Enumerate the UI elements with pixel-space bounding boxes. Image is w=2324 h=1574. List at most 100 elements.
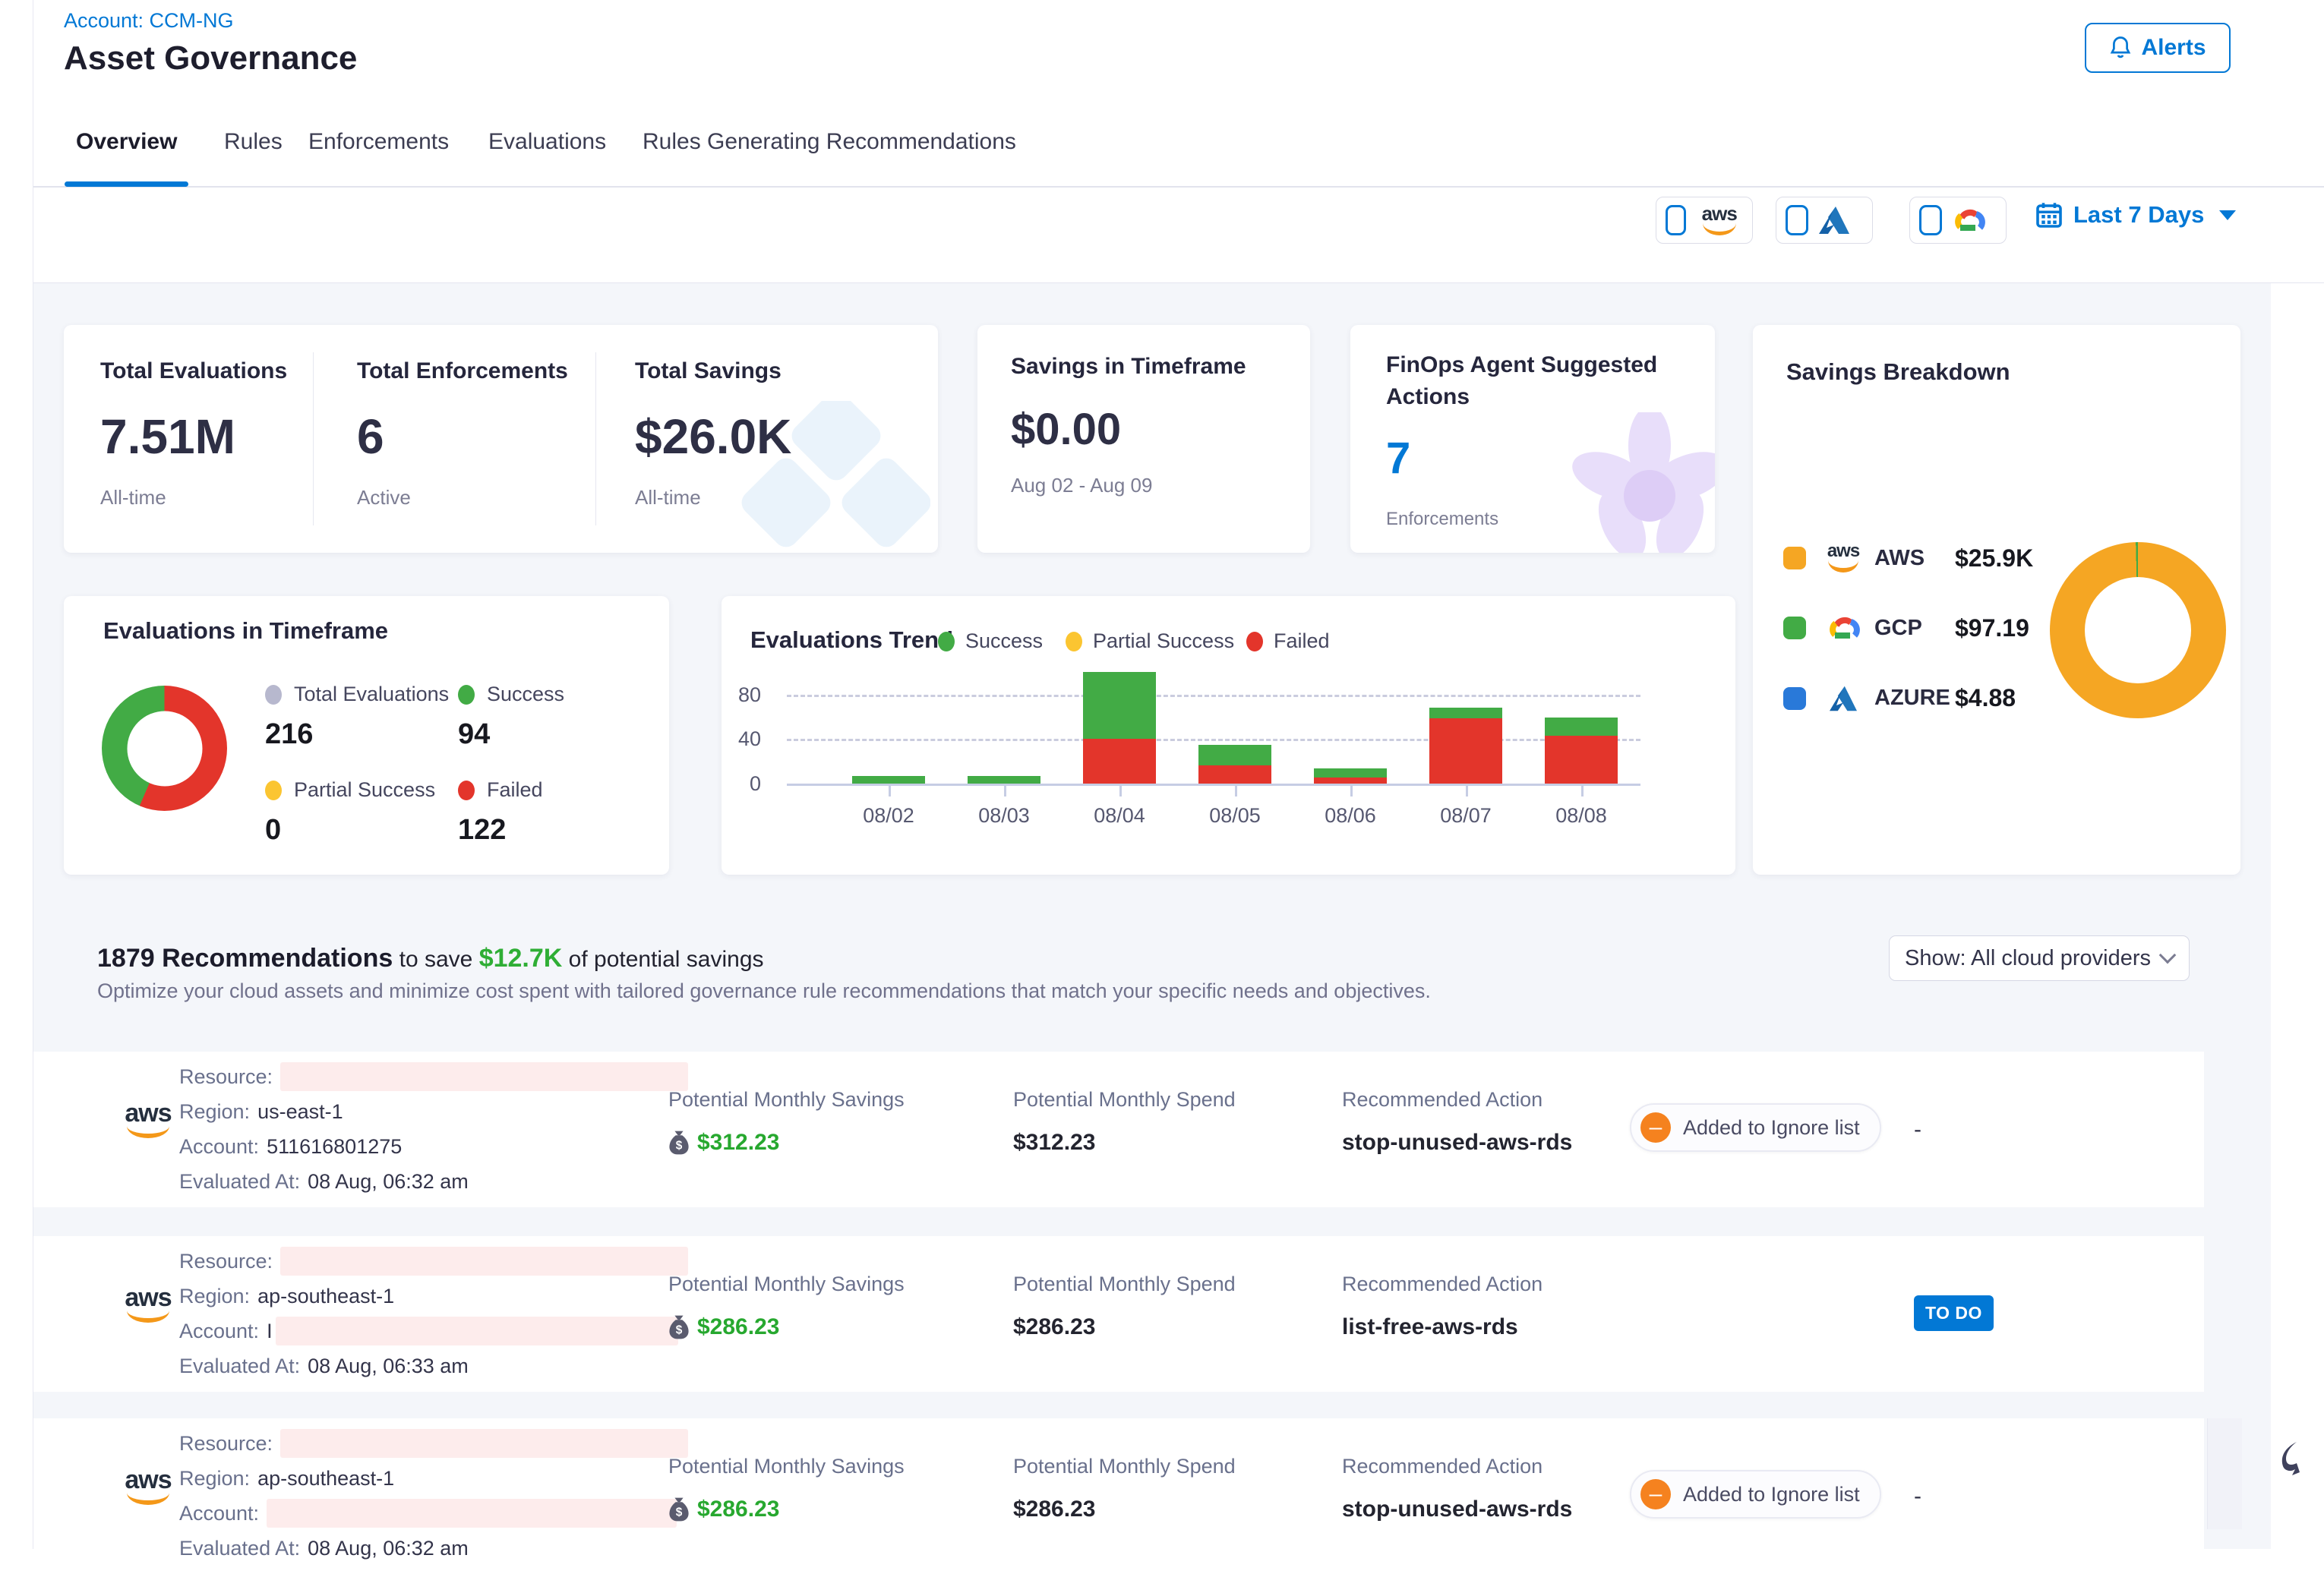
recommendation-row[interactable]: aws Resource: Region:us-east-1 Account:5… xyxy=(33,1052,2204,1207)
date-range-selector[interactable]: Last 7 Days xyxy=(2035,201,2236,229)
added-to-ignore-list-chip[interactable]: – Added to Ignore list xyxy=(1630,1470,1881,1519)
divider xyxy=(313,352,314,525)
tab-enforcements[interactable]: Enforcements xyxy=(308,129,449,155)
potential-monthly-savings: Potential Monthly Savings $ $286.23 xyxy=(668,1455,905,1522)
status-empty: - xyxy=(1914,1484,1921,1509)
stat-value: 7.51M xyxy=(100,408,235,465)
x-axis-tick xyxy=(1119,786,1122,796)
filter-provider-gcp[interactable] xyxy=(1909,197,2007,244)
tab-overview[interactable]: Overview xyxy=(76,129,177,155)
added-to-ignore-list-chip[interactable]: – Added to Ignore list xyxy=(1630,1103,1881,1152)
card-total-stats: Total Evaluations 7.51M All-time Total E… xyxy=(64,325,938,553)
minus-icon: – xyxy=(1640,1479,1671,1509)
aws-checkbox[interactable] xyxy=(1666,205,1686,235)
x-axis-label: 08/06 xyxy=(1297,804,1404,828)
recommendations-title: 1879 Recommendations to save $12.7K of p… xyxy=(97,944,764,973)
svg-text:$: $ xyxy=(676,1139,683,1152)
status-empty: - xyxy=(1914,1117,1921,1143)
legend-item-success: Success 94 xyxy=(458,683,564,751)
card-finops-suggested-actions: FinOps Agent Suggested Actions 7 Enforce… xyxy=(1350,325,1715,553)
azure-logo-icon xyxy=(1820,685,1867,712)
money-bag-icon: $ xyxy=(668,1314,690,1340)
azure-checkbox[interactable] xyxy=(1786,205,1808,235)
stacked-bar-chart xyxy=(787,664,1640,784)
x-axis-tick xyxy=(1466,786,1468,796)
divider xyxy=(595,352,596,525)
x-axis-tick xyxy=(1004,786,1006,796)
aws-logo-icon: aws xyxy=(122,1102,175,1138)
dashboard-body: Total Evaluations 7.51M All-time Total E… xyxy=(33,283,2271,1549)
stat-label: Total Savings xyxy=(635,358,782,384)
x-axis-tick xyxy=(1350,786,1353,796)
recommendation-row[interactable]: aws Resource: Region:ap-southeast-1 Acco… xyxy=(33,1418,2204,1574)
x-axis-tick xyxy=(1235,786,1237,796)
alerts-button[interactable]: Alerts xyxy=(2085,23,2231,73)
redacted-account xyxy=(276,1317,678,1345)
card-title: Savings Breakdown xyxy=(1786,358,2010,386)
stat-sublabel: All-time xyxy=(635,486,701,509)
tab-rules[interactable]: Rules xyxy=(224,129,283,155)
legend-item-gcp: GCP $97.19 xyxy=(1783,614,2029,642)
y-axis-tick: 80 xyxy=(728,683,761,707)
trend-bar-08/04 xyxy=(1083,672,1156,784)
potential-monthly-spend: Potential Monthly Spend $286.23 xyxy=(1013,1273,1236,1340)
card-evaluations-trend: Evaluations Trend Success Partial Succes… xyxy=(722,596,1735,875)
recommended-action: Recommended Action stop-unused-aws-rds xyxy=(1342,1088,1572,1156)
stat-value: 6 xyxy=(357,408,384,465)
redacted-account xyxy=(267,1499,677,1528)
aws-logo-icon: aws xyxy=(1820,544,1867,573)
trend-legend-failed: Failed xyxy=(1246,629,1330,653)
redacted-resource xyxy=(280,1062,688,1091)
tab-rules-generating-recommendations[interactable]: Rules Generating Recommendations xyxy=(643,129,1016,155)
stat-label: Actions xyxy=(1386,384,1470,410)
legend-color-chip xyxy=(1783,687,1806,710)
filter-provider-aws[interactable]: aws xyxy=(1656,197,1753,244)
collapsed-sidebar-rail xyxy=(0,0,33,1549)
legend-item-total-evaluations: Total Evaluations 216 xyxy=(265,683,449,751)
legend-color-chip xyxy=(1783,617,1806,639)
x-axis-tick xyxy=(889,786,891,796)
cloud-provider-filter-select[interactable]: Show: All cloud providers xyxy=(1889,935,2190,981)
legend-item-failed: Failed 122 xyxy=(458,778,543,847)
svg-text:$: $ xyxy=(676,1323,683,1336)
trend-bar-08/03 xyxy=(968,776,1040,784)
recommendation-row[interactable]: aws Resource: Region:ap-southeast-1 Acco… xyxy=(33,1236,2204,1392)
svg-text:$: $ xyxy=(676,1506,683,1519)
evaluations-donut-chart xyxy=(102,686,227,811)
potential-monthly-spend: Potential Monthly Spend $286.23 xyxy=(1013,1455,1236,1522)
trend-bar-08/08 xyxy=(1545,718,1618,784)
x-axis-line xyxy=(787,784,1640,786)
page-title: Asset Governance xyxy=(64,39,357,77)
x-axis-label: 08/03 xyxy=(951,804,1057,828)
filter-provider-azure[interactable] xyxy=(1776,197,1873,244)
gcp-logo-icon xyxy=(1820,614,1867,642)
account-breadcrumb[interactable]: Account: CCM-NG xyxy=(64,9,234,33)
tab-evaluations[interactable]: Evaluations xyxy=(488,129,606,155)
money-bag-icon: $ xyxy=(668,1130,690,1156)
money-bag-icon: $ xyxy=(668,1497,690,1522)
trend-bar-08/06 xyxy=(1314,768,1387,784)
stat-label: Total Evaluations xyxy=(100,358,287,384)
cursor-artifact-icon xyxy=(2278,1439,2301,1484)
stat-sublabel: All-time xyxy=(100,486,166,509)
recommended-action: Recommended Action stop-unused-aws-rds xyxy=(1342,1455,1572,1522)
stat-value: $26.0K xyxy=(635,408,791,465)
potential-monthly-savings: Potential Monthly Savings $ $286.23 xyxy=(668,1273,905,1340)
redacted-resource xyxy=(280,1429,688,1458)
trend-legend-partial-success: Partial Success xyxy=(1066,629,1234,653)
gcp-checkbox[interactable] xyxy=(1919,205,1942,235)
active-tab-indicator xyxy=(65,181,188,187)
resource-details: Resource: Region:us-east-1 Account:51161… xyxy=(179,1059,688,1199)
recommended-action: Recommended Action list-free-aws-rds xyxy=(1342,1273,1542,1340)
todo-status-badge[interactable]: TO DO xyxy=(1914,1295,1994,1331)
trend-bar-08/02 xyxy=(852,776,925,784)
card-savings-breakdown: Savings Breakdown aws AWS $25.9K GCP $9 xyxy=(1753,325,2240,875)
legend-color-chip xyxy=(1783,547,1806,569)
legend-item-azure: AZURE $4.88 xyxy=(1783,684,2016,712)
scrollbar-track[interactable] xyxy=(2207,1418,2242,1529)
azure-logo-icon xyxy=(1817,205,1851,235)
stat-value: 7 xyxy=(1386,433,1410,484)
stat-sublabel: Aug 02 - Aug 09 xyxy=(1011,474,1152,497)
stat-label: Total Enforcements xyxy=(357,358,568,384)
tab-bar: Overview Rules Enforcements Evaluations … xyxy=(33,111,2324,188)
